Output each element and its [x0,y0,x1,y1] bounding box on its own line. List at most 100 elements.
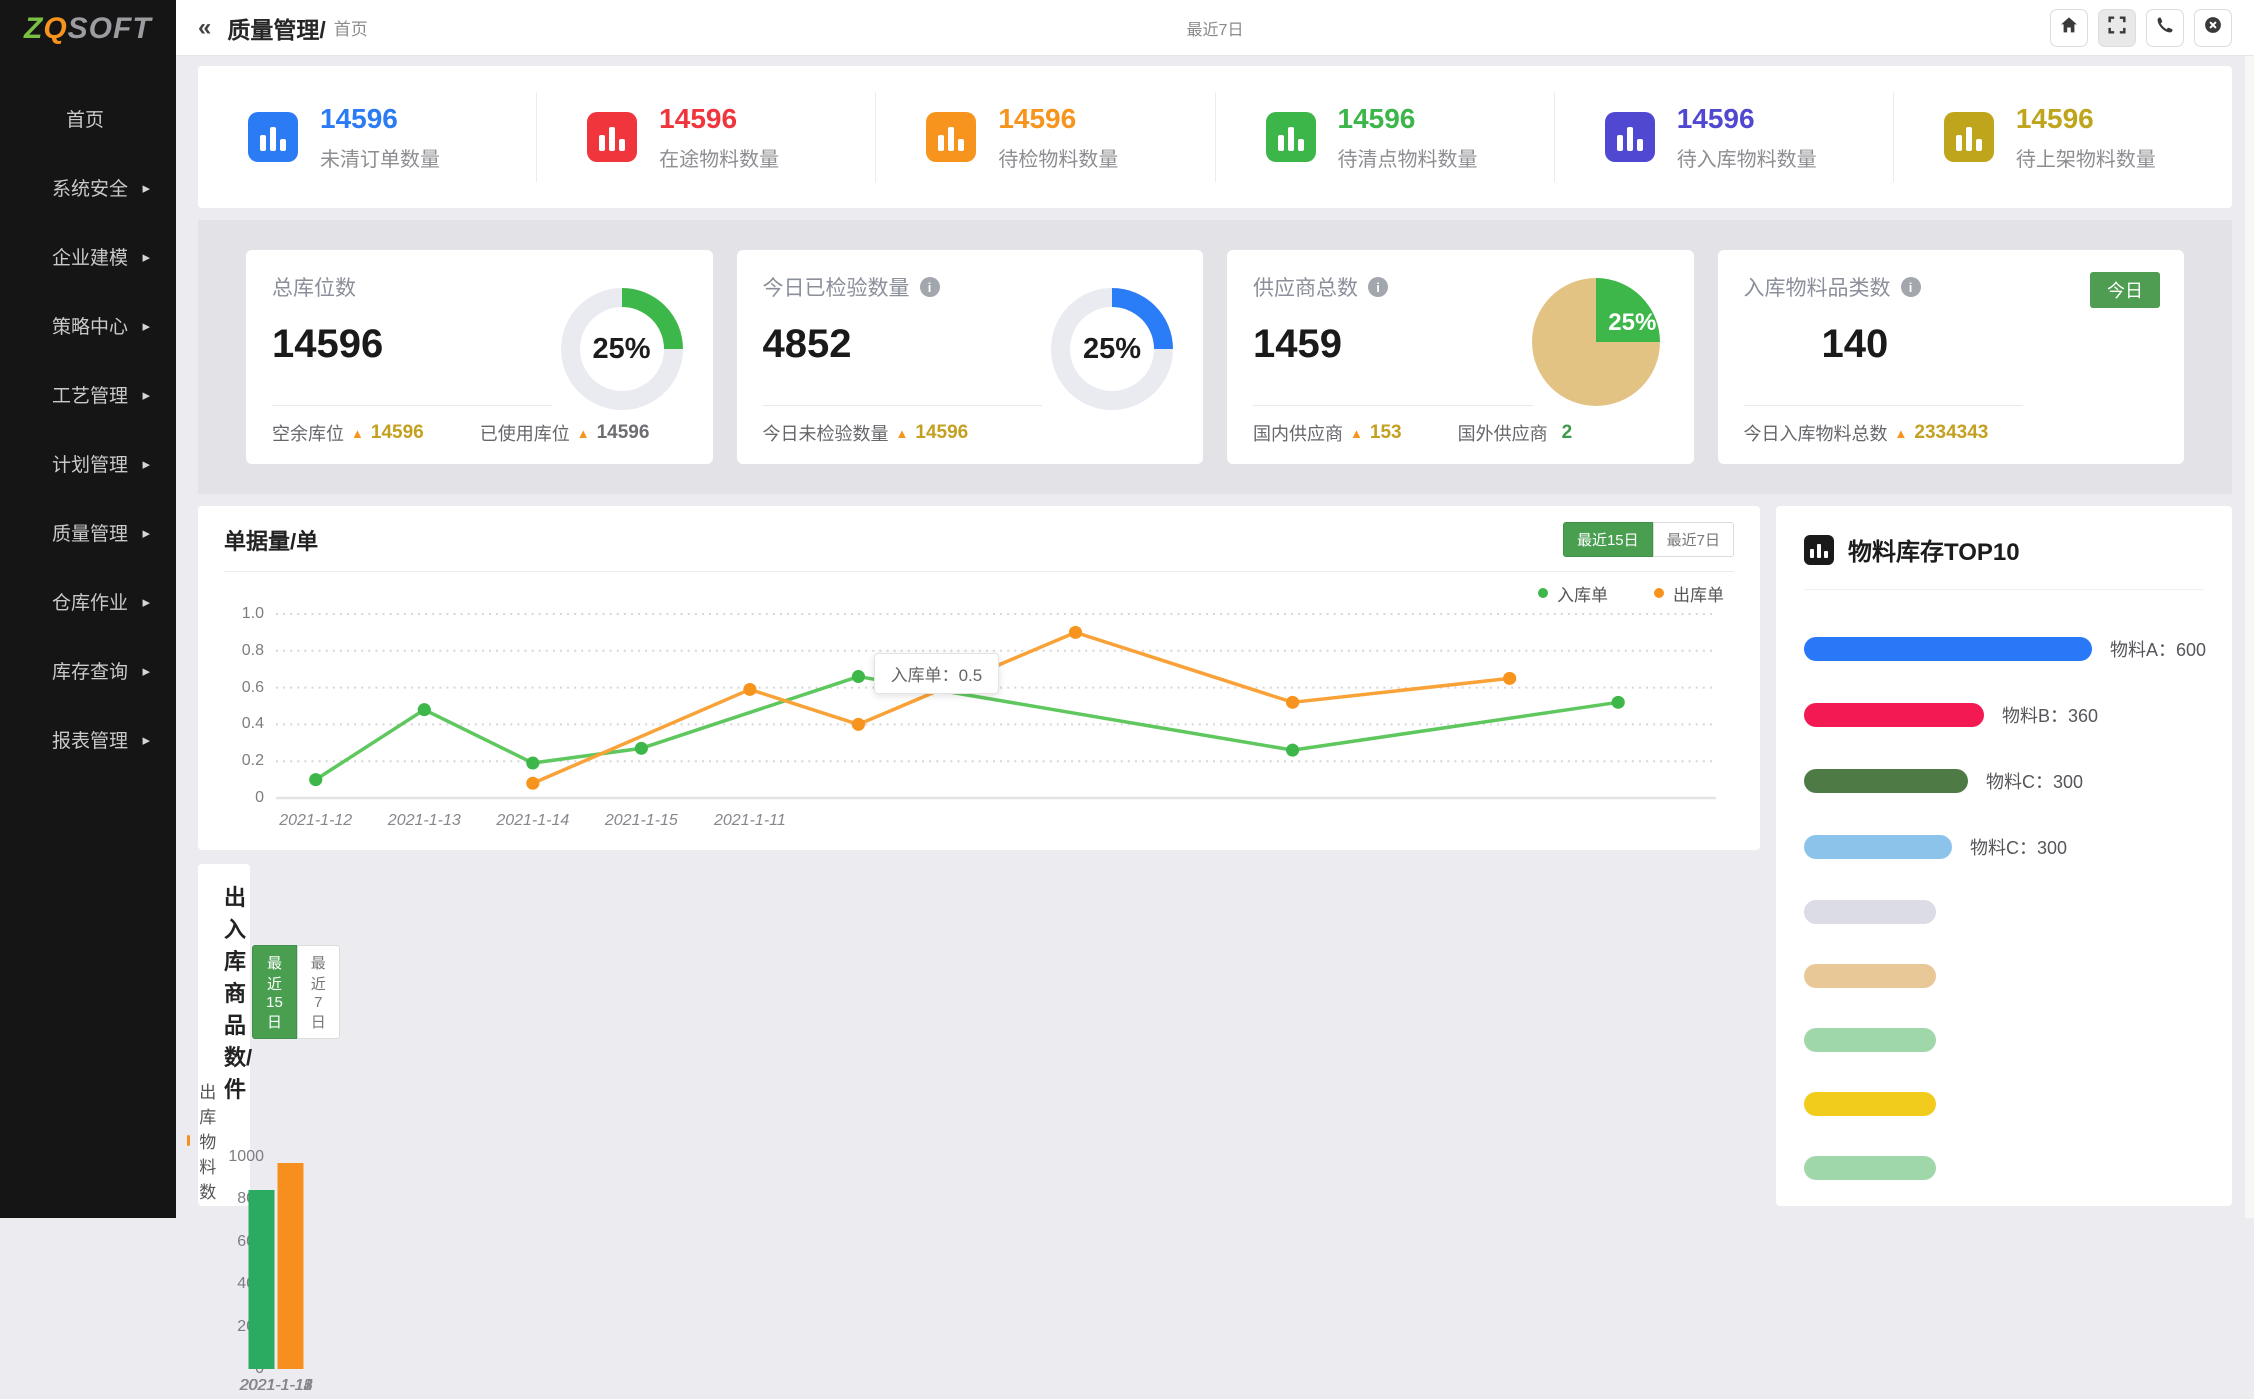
breadcrumb-secondary[interactable]: 首页 [334,15,368,40]
logo[interactable]: ZQSOFT [0,0,176,46]
donut-chart: 25% [1051,288,1173,410]
x-axis-label: 2021-1-12 [279,812,352,830]
dashboard-page: ZQSOFT 首页系统安全▸企业建模▸策略中心▸工艺管理▸计划管理▸质量管理▸仓… [0,0,2254,1218]
range-15d-button[interactable]: 最近15日 [1563,522,1653,557]
chevron-right-icon: ▸ [142,386,150,404]
bar-chart-icon [1804,535,1834,565]
divider [272,405,552,406]
inout-bar-title: 出入库商品数/件 [224,880,252,1104]
logout-button[interactable] [2194,9,2232,47]
top10-row-2: 物料C：300 [1804,768,2204,794]
top10-bar[interactable] [1804,900,1936,924]
top10-bar[interactable] [1804,769,1968,793]
topbar-actions [2050,9,2232,47]
top10-row-4 [1804,900,2204,924]
top10-bar[interactable] [1804,1028,1936,1052]
stat-item-1[interactable]: 14596在途物料数量 [536,92,875,182]
footer-metric: 已使用库位▲14596 [480,420,650,446]
range-15d-button[interactable]: 最近15日 [252,945,297,1039]
sidebar-item-label: 计划管理 [52,450,128,477]
top10-bar[interactable] [1804,964,1936,988]
legend-item-inbound-orders[interactable]: 入库单 [1538,581,1608,606]
sidebar-item-enterprise-modeling[interactable]: 企业建模▸ [0,222,176,291]
range-7d-button[interactable]: 最近7日 [1653,522,1734,557]
top10-row-5 [1804,964,2204,988]
home-button[interactable] [2050,9,2088,47]
footer-label: 国外供应商 [1458,420,1548,446]
sidebar: ZQSOFT 首页系统安全▸企业建模▸策略中心▸工艺管理▸计划管理▸质量管理▸仓… [0,0,176,1218]
stat-text: 14596未清订单数量 [320,103,440,172]
divider [1804,589,2204,590]
top10-bar[interactable] [1804,835,1952,859]
scrollbar-track[interactable] [2244,56,2254,1218]
bar-chart-icon [926,112,976,162]
bar-group-12 [249,1157,304,1369]
stat-label: 未清订单数量 [320,143,440,172]
stat-item-3[interactable]: 14596待清点物料数量 [1215,92,1554,182]
orders-line-plot[interactable]: 入库单：0.5 00.20.40.60.81.0 [276,608,1716,804]
top10-bar-label: 物料A：600 [2110,636,2206,662]
sidebar-item-label: 首页 [66,105,104,132]
y-axis-tick: 1.0 [220,605,264,623]
footer-value: 153 [1370,422,1402,444]
stats-row: 14596未清订单数量14596在途物料数量14596待检物料数量14596待清… [198,66,2232,208]
top10-bar[interactable] [1804,703,1984,727]
info-icon[interactable]: i [920,277,940,297]
charts-row: 单据量/单 最近15日 最近7日 入库单 [198,506,2232,1206]
x-axis-label: 2021-1-15 [605,812,678,830]
stat-text: 14596待清点物料数量 [1338,103,1478,172]
top10-bar[interactable] [1804,1092,1936,1116]
info-icon[interactable]: i [1901,277,1921,297]
home-icon [2060,16,2078,39]
divider [763,405,1043,406]
footer-label: 空余库位 [272,420,344,446]
bar-chart-icon [248,112,298,162]
charts-column: 单据量/单 最近15日 最近7日 入库单 [198,506,1760,1206]
sidebar-item-strategy-center[interactable]: 策略中心▸ [0,291,176,360]
bar-chart-icon [1605,112,1655,162]
top10-bar-label: 物料B：360 [2002,702,2098,728]
sidebar-item-report-mgmt[interactable]: 报表管理▸ [0,705,176,774]
stat-item-4[interactable]: 14596待入库物料数量 [1554,92,1893,182]
card-title-text: 总库位数 [272,272,356,302]
sidebar-item-inventory-query[interactable]: 库存查询▸ [0,636,176,705]
sidebar-collapse-icon[interactable]: « [198,14,211,42]
sidebar-item-warehouse-ops[interactable]: 仓库作业▸ [0,567,176,636]
orders-line-xaxis: 2021-1-122021-1-132021-1-142021-1-152021… [276,804,1716,834]
donut-percent-label: 25% [1083,333,1141,366]
sidebar-item-process-mgmt[interactable]: 工艺管理▸ [0,360,176,429]
fullscreen-button[interactable] [2098,9,2136,47]
sidebar-item-plan-mgmt[interactable]: 计划管理▸ [0,429,176,498]
orders-line-title: 单据量/单 [224,524,318,556]
y-axis-tick: 0 [220,789,264,807]
card-footer: 空余库位▲14596已使用库位▲14596 [272,420,693,446]
chevron-right-icon: ▸ [142,179,150,197]
top10-row-3: 物料C：300 [1804,834,2204,860]
stat-value: 14596 [1338,103,1478,135]
stat-item-2[interactable]: 14596待检物料数量 [875,92,1214,182]
footer-value: 14596 [915,422,968,444]
trend-up-icon: ▲ [896,426,909,441]
stat-item-0[interactable]: 14596未清订单数量 [198,92,536,182]
footer-metric: 今日入库物料总数▲2334343 [1744,420,1989,446]
top10-row-1: 物料B：360 [1804,702,2204,728]
orders-line-header: 单据量/单 最近15日 最近7日 [224,522,1734,557]
y-axis-tick: 0.4 [220,715,264,733]
info-icon[interactable]: i [1368,277,1388,297]
bar-chart-icon [1266,112,1316,162]
sidebar-item-home[interactable]: 首页 [0,84,176,153]
legend-dot-icon [1538,588,1548,598]
card-footer: 今日入库物料总数▲2334343 [1744,420,2165,446]
footer-label: 今日未检验数量 [763,420,889,446]
breadcrumb-primary[interactable]: 质量管理/ [227,11,325,45]
top10-bar[interactable] [1804,1156,1936,1180]
sidebar-item-system-security[interactable]: 系统安全▸ [0,153,176,222]
stat-item-5[interactable]: 14596待上架物料数量 [1893,92,2232,182]
legend-item-outbound-orders[interactable]: 出库单 [1654,581,1724,606]
inout-bar-range-buttons: 最近15日 最近7日 [252,945,340,1039]
top10-bar[interactable] [1804,637,2092,661]
legend-item-outbound-materials[interactable]: 出库物料数 [187,1078,224,1203]
range-7d-button[interactable]: 最近7日 [297,945,340,1039]
sidebar-item-quality-mgmt[interactable]: 质量管理▸ [0,498,176,567]
phone-button[interactable] [2146,9,2184,47]
